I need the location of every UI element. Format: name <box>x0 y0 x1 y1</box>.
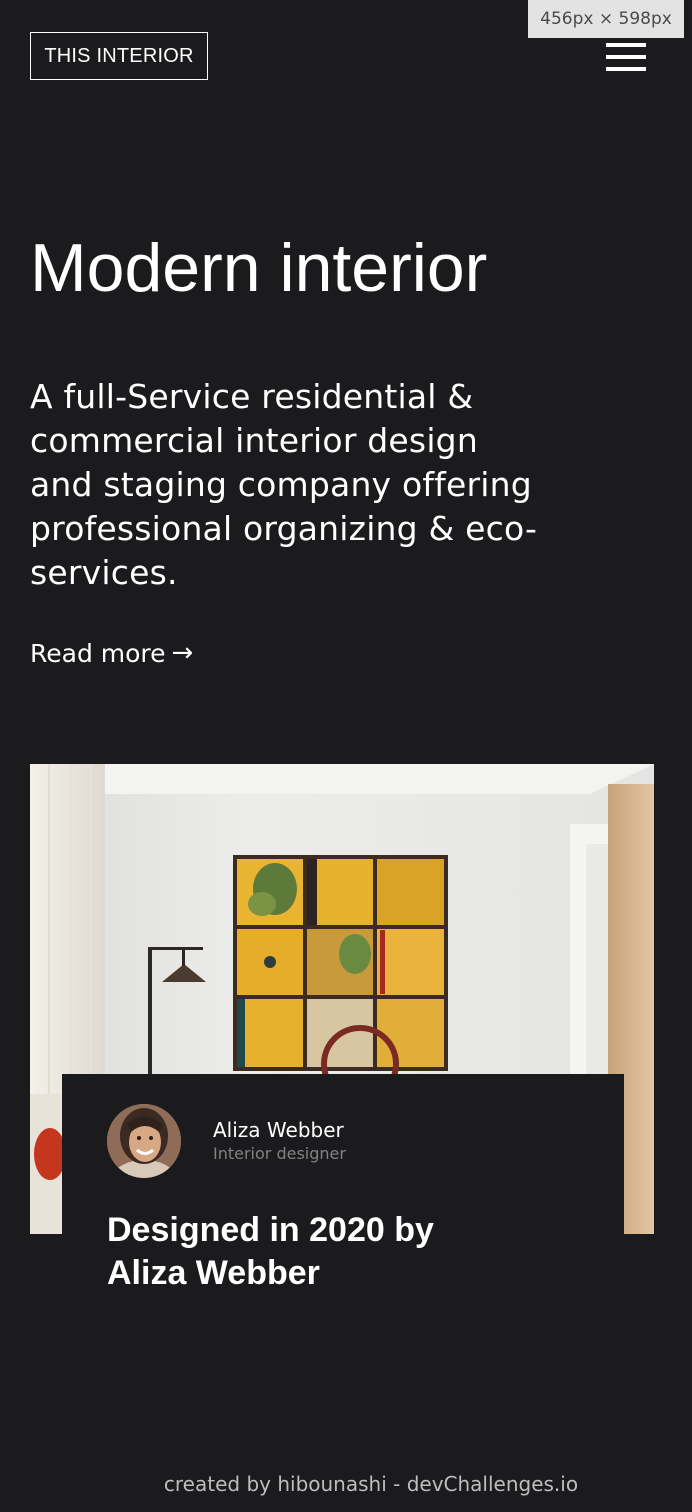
page-title: Modern interior <box>30 230 488 306</box>
author-role: Interior designer <box>213 1144 346 1163</box>
hamburger-menu-icon[interactable] <box>604 42 648 72</box>
avatar <box>107 1104 181 1178</box>
logo[interactable]: THIS INTERIOR <box>30 32 208 80</box>
viewport-size-badge: 456px × 598px <box>528 0 684 38</box>
designer-card: Aliza Webber Interior designer Designed … <box>62 1074 624 1324</box>
avatar-image <box>107 1104 181 1178</box>
hero-description: A full-Service residential & commercial … <box>30 377 538 592</box>
footer-credit: created by hibounashi - devChallenges.io <box>163 1472 579 1496</box>
menu-line-middle <box>606 55 646 59</box>
page: THIS INTERIOR 456px × 598px Modern inter… <box>0 0 692 1512</box>
author-name: Aliza Webber <box>213 1118 344 1142</box>
card-title: Designed in 2020 by Aliza Webber <box>107 1211 434 1292</box>
menu-line-bottom <box>606 67 646 71</box>
menu-line-top <box>606 43 646 47</box>
arrow-right-icon: → <box>171 638 194 668</box>
read-more-link[interactable]: Read more → <box>30 638 193 668</box>
read-more-label: Read more <box>30 638 166 668</box>
